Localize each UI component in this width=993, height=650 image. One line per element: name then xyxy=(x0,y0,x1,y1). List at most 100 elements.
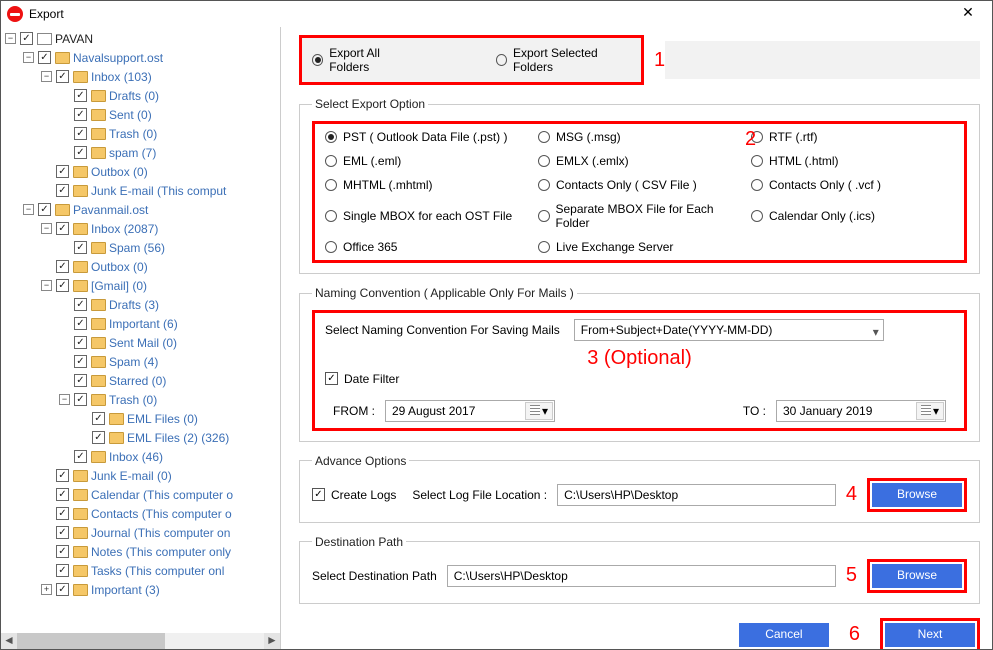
export-format-radio[interactable]: Single MBOX for each OST File xyxy=(325,202,528,230)
tree-node[interactable]: Starred (0) xyxy=(1,371,280,390)
next-button[interactable]: Next xyxy=(885,623,975,647)
collapse-icon[interactable]: − xyxy=(41,223,52,234)
tree-node[interactable]: −Inbox (2087) xyxy=(1,219,280,238)
tree-node[interactable]: +Important (3) xyxy=(1,580,280,599)
tree-node[interactable]: −Inbox (103) xyxy=(1,67,280,86)
collapse-icon[interactable]: − xyxy=(23,204,34,215)
tree-node[interactable]: Junk E-mail (This comput xyxy=(1,181,280,200)
tree-checkbox[interactable] xyxy=(56,260,69,273)
create-logs-checkbox[interactable]: Create Logs xyxy=(312,488,396,502)
calendar-icon[interactable]: ▾ xyxy=(525,402,553,420)
tree-node[interactable]: Spam (56) xyxy=(1,238,280,257)
tree-node[interactable]: Drafts (3) xyxy=(1,295,280,314)
export-format-radio[interactable]: Office 365 xyxy=(325,240,528,254)
close-button[interactable]: ✕ xyxy=(946,2,990,26)
tree-checkbox[interactable] xyxy=(74,450,87,463)
tree-node[interactable]: Journal (This computer on xyxy=(1,523,280,542)
tree-checkbox[interactable] xyxy=(38,51,51,64)
tree-node[interactable]: Outbox (0) xyxy=(1,162,280,181)
naming-select[interactable]: From+Subject+Date(YYYY-MM-DD) xyxy=(574,319,884,341)
tree-node[interactable]: Calendar (This computer o xyxy=(1,485,280,504)
tree-checkbox[interactable] xyxy=(92,412,105,425)
tree-checkbox[interactable] xyxy=(56,488,69,501)
export-format-radio[interactable]: MSG (.msg) xyxy=(538,130,741,144)
tree-node[interactable]: Sent Mail (0) xyxy=(1,333,280,352)
calendar-icon[interactable]: ▾ xyxy=(916,402,944,420)
tree-node[interactable]: Drafts (0) xyxy=(1,86,280,105)
tree-node[interactable]: Spam (4) xyxy=(1,352,280,371)
export-format-radio[interactable]: HTML (.html) xyxy=(751,154,954,168)
tree-checkbox[interactable] xyxy=(56,70,69,83)
export-format-radio[interactable]: Separate MBOX File for Each Folder xyxy=(538,202,741,230)
scroll-right-icon[interactable]: ► xyxy=(264,633,280,649)
collapse-icon[interactable]: − xyxy=(23,52,34,63)
tree-checkbox[interactable] xyxy=(74,108,87,121)
tree-checkbox[interactable] xyxy=(56,469,69,482)
tree-checkbox[interactable] xyxy=(56,545,69,558)
export-format-radio[interactable]: EML (.eml) xyxy=(325,154,528,168)
tree-node[interactable]: Inbox (46) xyxy=(1,447,280,466)
from-date-input[interactable]: 29 August 2017 ▾ xyxy=(385,400,555,422)
tree-node[interactable]: Notes (This computer only xyxy=(1,542,280,561)
scroll-left-icon[interactable]: ◄ xyxy=(1,633,17,649)
log-location-input[interactable]: C:\Users\HP\Desktop xyxy=(557,484,836,506)
expand-icon[interactable]: + xyxy=(41,584,52,595)
collapse-icon[interactable]: − xyxy=(5,33,16,44)
tree-checkbox[interactable] xyxy=(74,355,87,368)
tree-node[interactable]: Important (6) xyxy=(1,314,280,333)
destination-input[interactable]: C:\Users\HP\Desktop xyxy=(447,565,836,587)
tree-checkbox[interactable] xyxy=(38,203,51,216)
tree-checkbox[interactable] xyxy=(56,526,69,539)
tree-checkbox[interactable] xyxy=(56,507,69,520)
tree-hscroll[interactable]: ◄ ► xyxy=(1,633,280,649)
tree-checkbox[interactable] xyxy=(74,89,87,102)
tree-checkbox[interactable] xyxy=(74,241,87,254)
collapse-icon[interactable]: − xyxy=(59,394,70,405)
export-format-radio[interactable]: Contacts Only ( CSV File ) xyxy=(538,178,741,192)
export-format-radio[interactable]: PST ( Outlook Data File (.pst) ) xyxy=(325,130,528,144)
tree-checkbox[interactable] xyxy=(56,583,69,596)
collapse-icon[interactable]: − xyxy=(41,280,52,291)
tree-checkbox[interactable] xyxy=(74,393,87,406)
tree-checkbox[interactable] xyxy=(92,431,105,444)
tree-checkbox[interactable] xyxy=(74,374,87,387)
tree-checkbox[interactable] xyxy=(56,564,69,577)
tree-node[interactable]: spam (7) xyxy=(1,143,280,162)
browse-log-button[interactable]: Browse xyxy=(872,483,962,507)
tree-node[interactable]: Junk E-mail (0) xyxy=(1,466,280,485)
tree-node[interactable]: EML Files (2) (326) xyxy=(1,428,280,447)
tree-checkbox[interactable] xyxy=(74,317,87,330)
tree-node[interactable]: Sent (0) xyxy=(1,105,280,124)
browse-dest-button[interactable]: Browse xyxy=(872,564,962,588)
tree-checkbox[interactable] xyxy=(74,336,87,349)
tree-checkbox[interactable] xyxy=(74,127,87,140)
export-all-radio[interactable]: Export All Folders xyxy=(312,46,416,74)
to-date-input[interactable]: 30 January 2019 ▾ xyxy=(776,400,946,422)
export-selected-radio[interactable]: Export Selected Folders xyxy=(496,46,631,74)
tree-checkbox[interactable] xyxy=(56,222,69,235)
tree-node[interactable]: Contacts (This computer o xyxy=(1,504,280,523)
tree-node[interactable]: −Navalsupport.ost xyxy=(1,48,280,67)
export-format-radio[interactable]: MHTML (.mhtml) xyxy=(325,178,528,192)
export-format-radio[interactable]: Contacts Only ( .vcf ) xyxy=(751,178,954,192)
tree-checkbox[interactable] xyxy=(20,32,33,45)
tree-node[interactable]: −PAVAN xyxy=(1,29,280,48)
tree-node[interactable]: −Trash (0) xyxy=(1,390,280,409)
export-format-radio[interactable]: Calendar Only (.ics) xyxy=(751,202,954,230)
tree-checkbox[interactable] xyxy=(56,279,69,292)
export-format-radio[interactable]: RTF (.rtf) xyxy=(751,130,954,144)
scroll-track[interactable] xyxy=(17,633,264,649)
tree-node[interactable]: −Pavanmail.ost xyxy=(1,200,280,219)
folder-tree[interactable]: −PAVAN−Navalsupport.ost−Inbox (103)Draft… xyxy=(1,27,280,633)
tree-node[interactable]: −[Gmail] (0) xyxy=(1,276,280,295)
export-format-radio[interactable]: EMLX (.emlx) xyxy=(538,154,741,168)
tree-node[interactable]: Outbox (0) xyxy=(1,257,280,276)
cancel-button[interactable]: Cancel xyxy=(739,623,829,647)
date-filter-checkbox[interactable]: Date Filter xyxy=(325,372,399,386)
tree-checkbox[interactable] xyxy=(56,165,69,178)
tree-checkbox[interactable] xyxy=(56,184,69,197)
tree-node[interactable]: Tasks (This computer onl xyxy=(1,561,280,580)
collapse-icon[interactable]: − xyxy=(41,71,52,82)
tree-checkbox[interactable] xyxy=(74,146,87,159)
tree-checkbox[interactable] xyxy=(74,298,87,311)
